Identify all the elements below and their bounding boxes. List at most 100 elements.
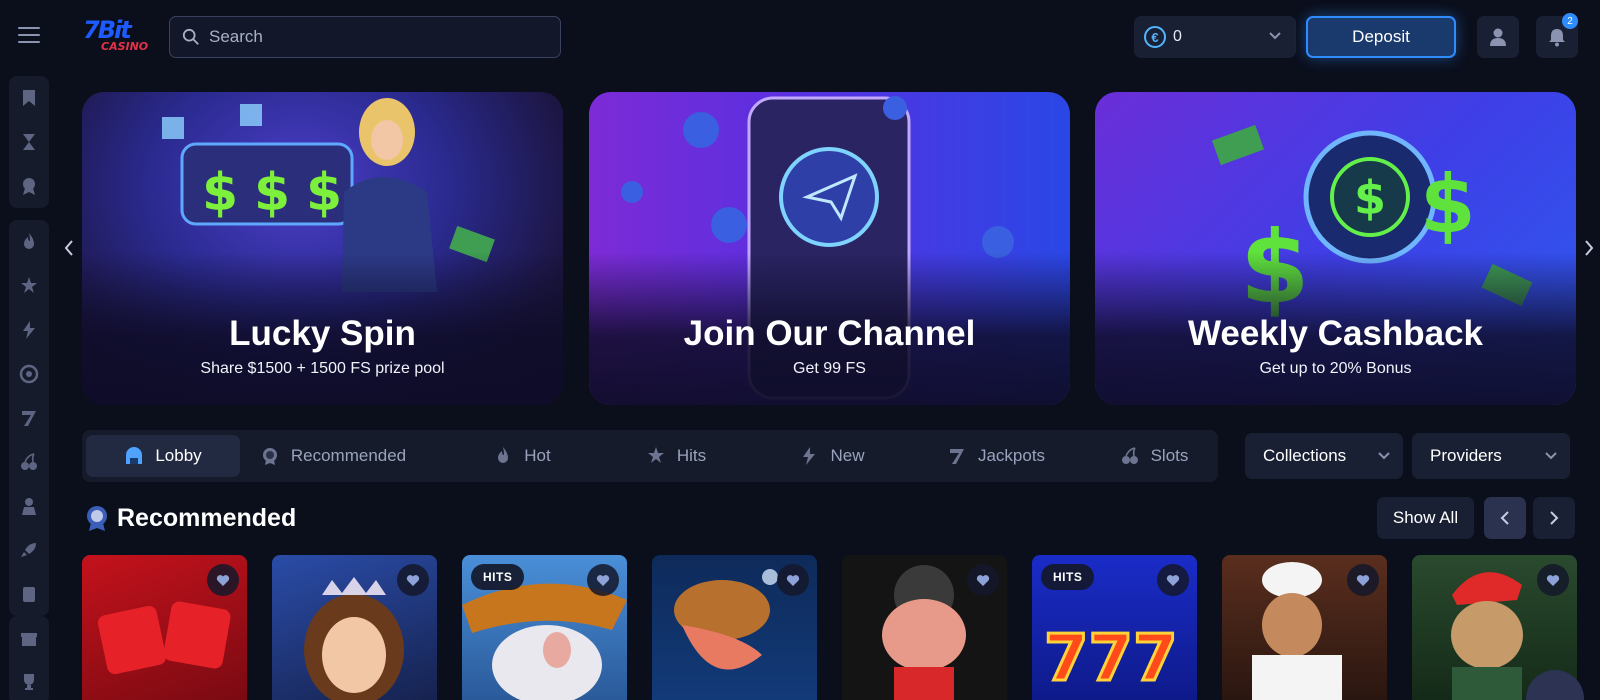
notification-badge: 2 — [1562, 13, 1578, 29]
games-prev-button[interactable] — [1484, 497, 1526, 539]
medal-icon — [87, 506, 107, 531]
lightning-icon — [803, 447, 816, 465]
chevron-down-icon — [1378, 452, 1390, 460]
euro-icon: € — [1144, 26, 1166, 48]
dropdown-label: Collections — [1263, 446, 1347, 465]
gift-icon — [21, 633, 37, 646]
svg-text:$: $ — [306, 163, 342, 223]
search-input[interactable] — [209, 27, 539, 47]
game-tile[interactable] — [652, 555, 817, 700]
svg-text:$: $ — [1354, 171, 1386, 225]
favorite-heart-icon[interactable] — [587, 564, 619, 596]
profile-button[interactable] — [1477, 16, 1519, 58]
notifications-button[interactable]: 2 — [1536, 13, 1578, 58]
tab-recommended[interactable]: Recommended — [248, 435, 418, 477]
banner-join-channel[interactable]: Join Our Channel Get 99 FS — [589, 92, 1070, 405]
lightning-icon — [23, 321, 35, 339]
stars-icon — [647, 447, 664, 463]
providers-dropdown[interactable]: Providers — [1412, 433, 1570, 479]
cards-icon — [23, 587, 35, 602]
sidebar-group-top — [9, 76, 49, 208]
tab-label: Recommended — [290, 446, 407, 465]
tab-jackpots[interactable]: Jackpots — [922, 435, 1070, 477]
favorite-heart-icon[interactable] — [777, 564, 809, 596]
banner-lucky-spin[interactable]: $ $ $ Lucky Spin Share $1500 + 1500 FS p… — [82, 92, 563, 405]
show-all-button[interactable]: Show All — [1377, 497, 1474, 539]
sidebar-item-bookmarks[interactable] — [9, 76, 49, 120]
tab-lobby[interactable]: Lobby — [86, 435, 240, 477]
sidebar-item-crash[interactable] — [9, 528, 49, 572]
deposit-button[interactable]: Deposit — [1306, 16, 1456, 58]
carousel-prev-icon[interactable] — [62, 238, 76, 258]
trophy-icon — [24, 674, 34, 690]
chevron-down-icon — [1269, 32, 1281, 40]
sidebar-group-categories — [9, 220, 49, 616]
game-tile[interactable]: HITS — [462, 555, 627, 700]
game-tile[interactable]: 777 HITS — [1032, 555, 1197, 700]
bell-icon — [1549, 29, 1565, 47]
chevron-left-icon — [1500, 511, 1509, 525]
rocket-icon — [21, 543, 36, 557]
svg-text:$: $ — [202, 163, 238, 223]
sidebar-item-bonuses[interactable] — [9, 616, 49, 660]
tab-label: Jackpots — [977, 446, 1046, 465]
section-heading: Recommended — [83, 502, 296, 534]
hourglass-icon — [23, 134, 35, 150]
game-tile[interactable] — [842, 555, 1007, 700]
menu-icon[interactable] — [18, 27, 40, 45]
tab-new[interactable]: New — [772, 435, 892, 477]
carousel-next-icon[interactable] — [1582, 238, 1596, 258]
favorite-heart-icon[interactable] — [397, 564, 429, 596]
balance-amount: 0 — [1173, 28, 1182, 45]
flame-icon — [24, 233, 34, 249]
sidebar-item-slots[interactable] — [9, 440, 49, 484]
favorite-heart-icon[interactable] — [207, 564, 239, 596]
collections-dropdown[interactable]: Collections — [1245, 433, 1403, 479]
badge-icon — [262, 448, 277, 465]
seven-icon — [22, 411, 36, 426]
dropdown-label: Providers — [1430, 446, 1502, 465]
favorite-heart-icon[interactable] — [967, 564, 999, 596]
user-icon — [1490, 28, 1506, 46]
game-tile[interactable] — [82, 555, 247, 700]
sidebar-item-jackpots[interactable] — [9, 396, 49, 440]
favorite-heart-icon[interactable] — [1347, 564, 1379, 596]
sidebar-item-live-dealer[interactable] — [9, 484, 49, 528]
search-icon — [182, 28, 199, 45]
sidebar-item-history[interactable] — [9, 120, 49, 164]
sidebar-item-table-games[interactable] — [9, 572, 49, 616]
bookmark-icon — [23, 90, 35, 106]
sidebar-item-new[interactable] — [9, 308, 49, 352]
lobby-icon — [126, 447, 143, 464]
banner-subtitle: Share $1500 + 1500 FS prize pool — [200, 360, 445, 377]
banner-subtitle: Get up to 20% Bonus — [1259, 360, 1412, 377]
tab-hot[interactable]: Hot — [462, 435, 582, 477]
tab-label: New — [830, 446, 865, 465]
search-box[interactable] — [169, 16, 561, 58]
tab-slots[interactable]: Slots — [1094, 435, 1214, 477]
cherries-icon — [1121, 447, 1138, 464]
game-tile[interactable] — [272, 555, 437, 700]
seven-icon — [949, 449, 964, 464]
top-header: 7Bit CASINO € 0 Deposit 2 — [0, 0, 1600, 74]
favorite-heart-icon[interactable] — [1157, 564, 1189, 596]
sidebar-item-rewards[interactable] — [9, 164, 49, 208]
banner-title: Weekly Cashback — [1187, 314, 1484, 353]
banner-weekly-cashback[interactable]: $ $ $ Weekly Cashback Get up to 20% Bonu… — [1095, 92, 1576, 405]
game-tile[interactable] — [1222, 555, 1387, 700]
svg-text:$: $ — [254, 163, 290, 223]
favorite-heart-icon[interactable] — [1537, 564, 1569, 596]
sidebar-item-hits[interactable] — [9, 264, 49, 308]
sidebar-item-hot[interactable] — [9, 220, 49, 264]
sidebar-item-tournaments[interactable] — [9, 660, 49, 700]
games-next-button[interactable] — [1533, 497, 1575, 539]
hits-badge: HITS — [471, 564, 525, 590]
balance-selector[interactable]: € 0 — [1134, 16, 1296, 58]
sidebar-group-bottom — [9, 616, 49, 700]
sidebar — [0, 74, 58, 700]
logo[interactable]: 7Bit CASINO — [83, 18, 153, 58]
section-title: Recommended — [117, 503, 297, 532]
sidebar-item-live[interactable] — [9, 352, 49, 396]
tab-hits[interactable]: Hits — [616, 435, 736, 477]
category-tabs: Lobby Recommended Hot Hits New Jackpots … — [82, 430, 1218, 482]
